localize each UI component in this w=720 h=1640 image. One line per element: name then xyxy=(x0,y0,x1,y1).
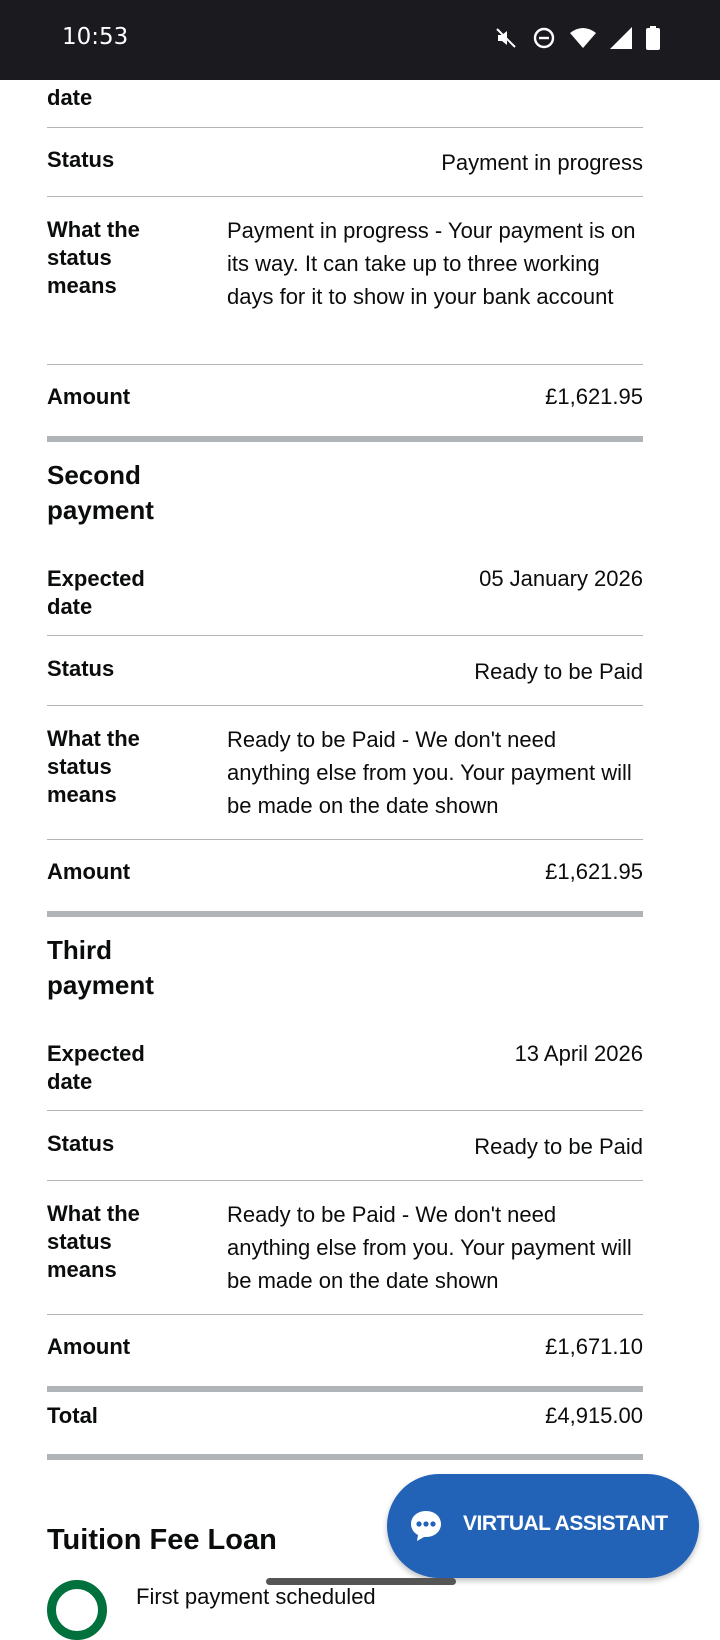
third-payment-heading: Third payment xyxy=(47,935,154,1000)
divider xyxy=(47,1110,643,1111)
third-status-value: Ready to be Paid xyxy=(474,1134,643,1159)
third-meaning-value: Ready to be Paid - We don't need anythin… xyxy=(227,1202,632,1293)
second-status-value: Ready to be Paid xyxy=(474,659,643,684)
status-circle-icon xyxy=(47,1580,107,1640)
virtual-assistant-button[interactable]: VIRTUAL ASSISTANT xyxy=(387,1474,699,1578)
divider xyxy=(47,839,643,840)
third-meaning-label: What the status means xyxy=(47,1201,140,1282)
signal-icon xyxy=(610,27,632,49)
second-status-label: Status xyxy=(47,656,115,681)
second-expected-date-label: Expected date xyxy=(47,566,145,619)
section-divider xyxy=(47,1454,643,1460)
tuition-fee-loan-heading: Tuition Fee Loan xyxy=(47,1524,277,1556)
wifi-icon xyxy=(570,28,596,48)
second-amount-label: Amount xyxy=(47,859,131,884)
divider xyxy=(47,127,643,128)
tuition-first-item: First payment scheduled xyxy=(136,1584,376,1609)
first-amount-value: £1,621.95 xyxy=(545,384,643,409)
status-bar: 10:53 xyxy=(0,0,720,80)
third-amount-value: £1,671.10 xyxy=(545,1334,643,1359)
mute-icon xyxy=(496,28,516,48)
total-label: Total xyxy=(47,1403,98,1428)
divider xyxy=(47,1314,643,1315)
first-status-value: Payment in progress xyxy=(441,150,643,175)
divider xyxy=(47,196,643,197)
clock: 10:53 xyxy=(62,24,129,50)
first-amount-label: Amount xyxy=(47,384,131,409)
gesture-nav-bar[interactable] xyxy=(266,1578,456,1585)
divider xyxy=(47,635,643,636)
total-value: £4,915.00 xyxy=(545,1403,643,1428)
third-expected-date-value: 13 April 2026 xyxy=(514,1041,643,1066)
section-divider xyxy=(47,436,643,442)
third-amount-label: Amount xyxy=(47,1334,131,1359)
divider xyxy=(47,1180,643,1181)
section-divider xyxy=(47,911,643,917)
battery-icon xyxy=(646,26,660,50)
chat-bubble-icon xyxy=(411,1511,441,1541)
first-meaning-value: Payment in progress - Your payment is on… xyxy=(227,218,636,309)
third-status-label: Status xyxy=(47,1131,115,1156)
divider xyxy=(47,705,643,706)
second-meaning-value: Ready to be Paid - We don't need anythin… xyxy=(227,727,632,818)
virtual-assistant-label: VIRTUAL ASSISTANT xyxy=(463,1512,668,1535)
section-divider xyxy=(47,1386,643,1392)
second-expected-date-value: 05 January 2026 xyxy=(479,566,643,591)
second-payment-heading: Second payment xyxy=(47,460,154,525)
divider xyxy=(47,364,643,365)
second-amount-value: £1,621.95 xyxy=(545,859,643,884)
second-meaning-label: What the status means xyxy=(47,726,140,807)
first-expected-date-label: date xyxy=(47,85,93,110)
third-expected-date-label: Expected date xyxy=(47,1041,145,1094)
first-status-label: Status xyxy=(47,147,115,172)
first-meaning-label: What the status means xyxy=(47,217,140,298)
do-not-disturb-icon xyxy=(533,27,555,49)
